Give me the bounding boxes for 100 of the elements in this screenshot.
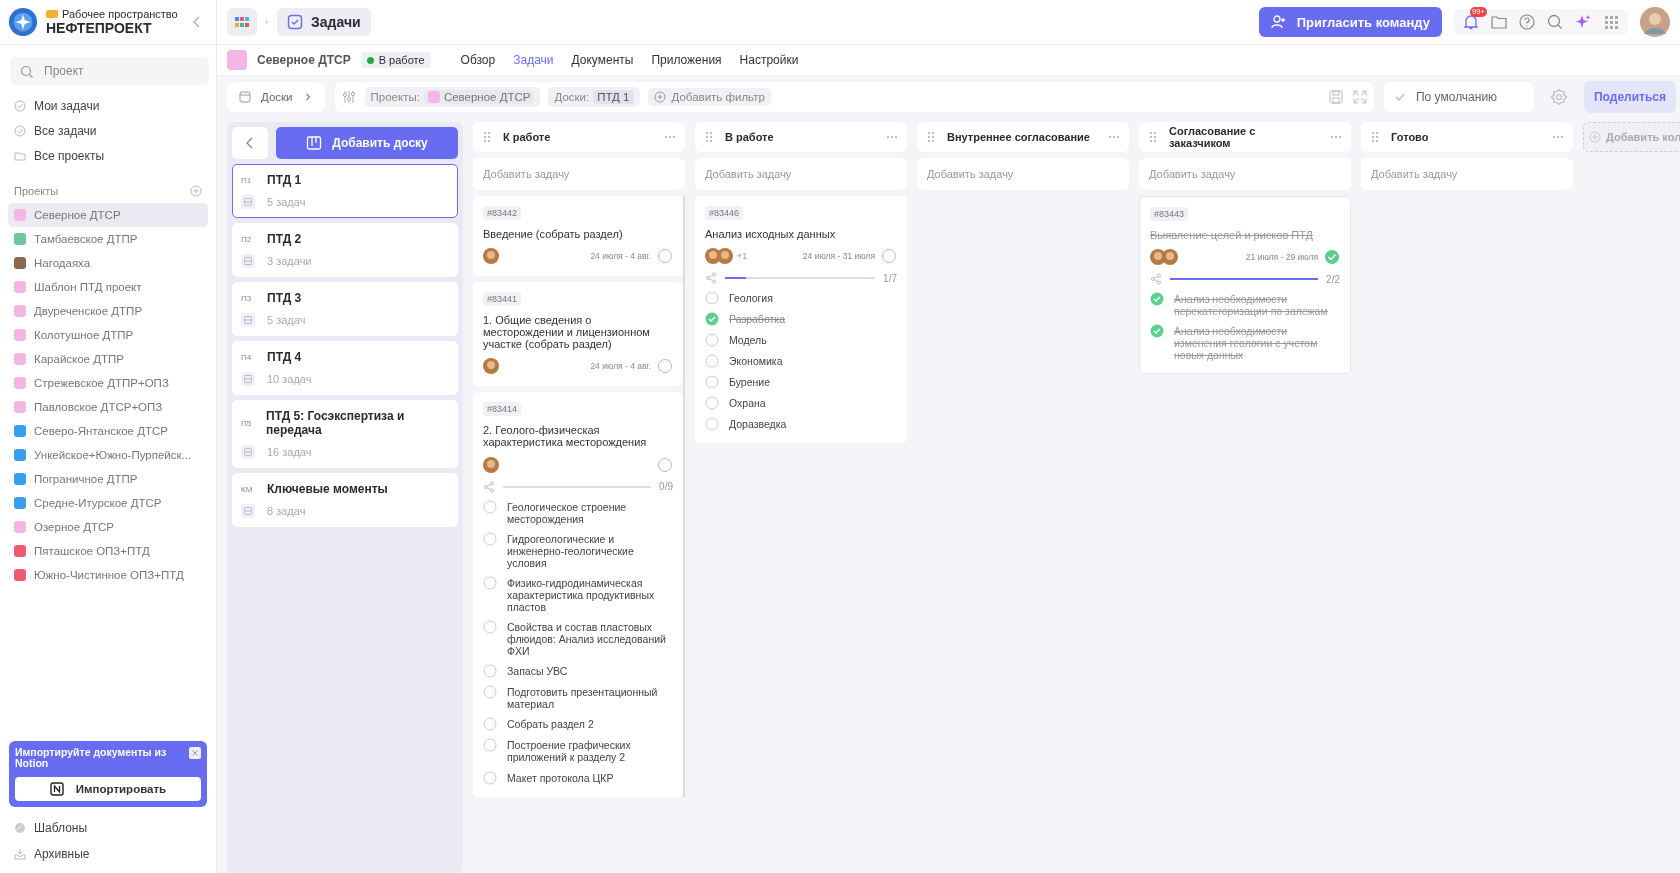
- board-item[interactable]: П4 ПТД 4 10 задач: [232, 341, 458, 395]
- workspace-name[interactable]: НЕФТЕПРОЕКТ: [46, 20, 182, 36]
- task-card[interactable]: #83441 1. Общие сведения о месторождении и лицензионном участке (собрать раздел) 24 июля - 4 авг.: [473, 282, 683, 387]
- nav-item[interactable]: Все проекты: [14, 147, 202, 165]
- folder-icon: [14, 150, 26, 162]
- checkbox-icon[interactable]: [705, 375, 719, 390]
- checkbox-icon[interactable]: [705, 291, 719, 306]
- project-item[interactable]: Двуреченское ДТПР: [8, 299, 208, 323]
- task-card[interactable]: #83442 Введение (собрать раздел) 24 июля - 4 авг.: [473, 196, 683, 277]
- save-icon[interactable]: [1327, 89, 1344, 105]
- filter-chip[interactable]: Проекты: Северное ДТСР: [364, 87, 541, 107]
- folder-icon[interactable]: [1490, 13, 1508, 31]
- subtask-text: Построение графических приложений к разделу 2: [507, 739, 632, 764]
- checkbox-icon[interactable]: [705, 417, 719, 432]
- grid-icon[interactable]: [1602, 13, 1620, 31]
- project-item[interactable]: Южно-Чистинное ОПЗ+ПТД: [8, 563, 208, 587]
- check-circle-icon[interactable]: [1324, 249, 1340, 266]
- search-icon[interactable]: [1546, 13, 1564, 31]
- status-circle-icon[interactable]: [657, 456, 673, 473]
- project-item[interactable]: Нагодаяха: [8, 251, 208, 275]
- add-task-field[interactable]: Добавить задачу: [695, 158, 907, 190]
- add-icon[interactable]: [190, 185, 202, 197]
- project-item[interactable]: Стрежевское ДТПР+ОПЗ: [8, 371, 208, 395]
- drag-handle-icon[interactable]: [481, 131, 493, 143]
- add-board-button[interactable]: Добавить доску: [276, 127, 458, 159]
- checkbox-icon[interactable]: [483, 664, 497, 679]
- close-icon[interactable]: [189, 746, 201, 759]
- checkbox-icon[interactable]: [705, 333, 719, 348]
- board-item[interactable]: П2 ПТД 2 3 задачи: [232, 223, 458, 277]
- project-item[interactable]: Средне-Итурское ДТСР: [8, 491, 208, 515]
- checked-icon[interactable]: [1150, 292, 1164, 307]
- project-item[interactable]: Колотушное ДТПР: [8, 323, 208, 347]
- board-item[interactable]: П1 ПТД 1 5 задач: [232, 164, 458, 218]
- avatar-icon[interactable]: [1640, 7, 1670, 37]
- checkbox-icon[interactable]: [483, 620, 497, 635]
- board-item[interactable]: КМ Ключевые моменты 8 задач: [232, 473, 458, 527]
- project-item[interactable]: Тамбаевское ДТПР: [8, 227, 208, 251]
- checkbox-icon[interactable]: [483, 575, 497, 590]
- share-button[interactable]: Поделиться: [1583, 81, 1676, 113]
- checkbox-icon[interactable]: [483, 531, 497, 546]
- task-card[interactable]: [473, 392, 683, 797]
- add-task-field[interactable]: Добавить задачу: [473, 158, 685, 190]
- tab[interactable]: Обзор: [460, 53, 496, 67]
- checkbox-icon[interactable]: [483, 717, 497, 732]
- tab[interactable]: Задачи: [513, 53, 554, 67]
- nav-item[interactable]: Шаблоны: [14, 819, 202, 837]
- checkbox-icon[interactable]: [705, 354, 719, 369]
- project-item[interactable]: Озерное ДТСР: [8, 515, 208, 539]
- back-button[interactable]: [232, 127, 268, 159]
- task-count: 3 задачи: [267, 255, 312, 267]
- tab[interactable]: Документы: [571, 53, 634, 67]
- checkbox-icon[interactable]: [483, 738, 497, 753]
- status-circle-icon[interactable]: [657, 248, 673, 265]
- checkbox-icon[interactable]: [483, 499, 497, 514]
- checked-icon[interactable]: [705, 312, 719, 327]
- checked-icon[interactable]: [1150, 324, 1164, 339]
- filter-chip[interactable]: Доски: ПТД 1: [548, 87, 640, 107]
- checkbox-icon[interactable]: [483, 685, 497, 700]
- nav-item[interactable]: Архивные: [14, 845, 202, 863]
- checkbox-icon[interactable]: [483, 770, 497, 785]
- project-item[interactable]: Пяташское ОПЗ+ПТД: [8, 539, 208, 563]
- project-item[interactable]: Павловское ДТСР+ОПЗ: [8, 395, 208, 419]
- add-task-field[interactable]: Добавить задачу: [1361, 158, 1573, 190]
- bell-icon[interactable]: [1462, 13, 1480, 31]
- board-item[interactable]: П3 ПТД 3 5 задач: [232, 282, 458, 336]
- board-item[interactable]: П5 ПТД 5: Госэкспертиза и передача 16 задач: [232, 400, 458, 468]
- project-item[interactable]: Карайское ДТПР: [8, 347, 208, 371]
- project-item[interactable]: Ункейское+Южно-Пурпейск...: [8, 443, 208, 467]
- expand-icon[interactable]: [1351, 89, 1368, 105]
- project-item[interactable]: Северо-Янтанское ДТСР: [8, 419, 208, 443]
- invite-button[interactable]: Пригласить команду: [1258, 7, 1442, 37]
- settings-icon[interactable]: [1549, 88, 1568, 106]
- search-field[interactable]: Проект: [10, 57, 209, 85]
- apps-button[interactable]: [227, 8, 257, 36]
- tab[interactable]: Настройки: [739, 53, 799, 67]
- task-card[interactable]: #83446 Анализ исходных данных +1 24 июля - 31 июля 1/7 Геология Разработка Модель Экономика Бурение Охрана Доразведка: [695, 196, 907, 444]
- status-circle-icon[interactable]: [881, 248, 897, 265]
- tab[interactable]: Приложения: [651, 53, 722, 67]
- nav-item[interactable]: Мои задачи: [14, 97, 202, 115]
- drag-handle-icon[interactable]: [1369, 131, 1381, 143]
- project-item[interactable]: Северное ДТСР: [8, 203, 208, 227]
- nav-item[interactable]: Все задачи: [14, 122, 202, 140]
- drag-handle-icon[interactable]: [1147, 131, 1159, 143]
- avatar-icon: [483, 248, 499, 265]
- import-button[interactable]: Импортировать: [15, 777, 201, 801]
- add-task-field[interactable]: Добавить задачу: [917, 158, 1129, 190]
- breadcrumb-button[interactable]: Задачи: [277, 8, 371, 36]
- drag-handle-icon[interactable]: [703, 131, 715, 143]
- status-circle-icon[interactable]: [657, 358, 673, 375]
- checkbox-icon[interactable]: [705, 396, 719, 411]
- project-item[interactable]: Пограничное ДТПР: [8, 467, 208, 491]
- task-card[interactable]: #83443 Выявление целей и рисков ПТД 21 июля - 29 июля 2/2 Анализ необходимости перекатегоризации по залежам Анализ необходимости изменения геологии с учетом новых данных: [1139, 196, 1351, 375]
- add-task-field[interactable]: Добавить задачу: [1139, 158, 1351, 190]
- add-filter-button[interactable]: Добавить фильтр: [647, 88, 771, 106]
- help-icon[interactable]: [1518, 13, 1536, 31]
- subtask-text: Доразведка: [729, 418, 787, 431]
- project-item[interactable]: Шаблон ПТД проект: [8, 275, 208, 299]
- filter-icon[interactable]: [340, 89, 357, 105]
- drag-handle-icon[interactable]: [925, 131, 937, 143]
- view-dropdown[interactable]: По умолчанию: [1383, 82, 1534, 112]
